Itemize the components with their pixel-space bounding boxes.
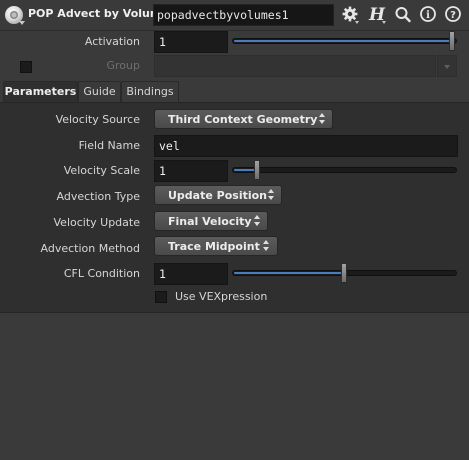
velocity-scale-slider-fill bbox=[234, 169, 255, 171]
velocity-scale-slider-handle[interactable] bbox=[254, 160, 260, 180]
velocity-update-label: Velocity Update bbox=[53, 216, 141, 229]
velocity-update-menu[interactable]: Final Velocity bbox=[154, 211, 268, 231]
info-icon[interactable]: i bbox=[419, 5, 437, 25]
group-enable-checkbox[interactable] bbox=[20, 61, 32, 73]
velocity-scale-label: Velocity Scale bbox=[63, 164, 140, 177]
menu-arrows-icon bbox=[268, 189, 275, 201]
group-label: Group bbox=[106, 59, 141, 72]
tab-bindings[interactable]: Bindings bbox=[121, 81, 179, 102]
chevron-down-icon bbox=[444, 65, 450, 69]
cfl-condition-slider-fill bbox=[234, 272, 342, 274]
parameter-editor-header: POP Advect by Volumes popadvectbyvolumes… bbox=[0, 0, 469, 31]
cfl-condition-slider-handle[interactable] bbox=[341, 263, 347, 283]
svg-text:i: i bbox=[426, 10, 430, 21]
use-vexpression-checkbox[interactable] bbox=[155, 291, 167, 303]
houdini-help-h-icon[interactable]: H bbox=[367, 5, 389, 25]
menu-arrows-icon bbox=[319, 113, 326, 125]
velocity-scale-slider-track[interactable] bbox=[232, 167, 457, 173]
advection-method-menu[interactable]: Trace Midpoint bbox=[154, 236, 278, 256]
advection-type-value: Update Position bbox=[168, 189, 268, 202]
tab-bar: Parameters Guide Bindings bbox=[0, 81, 469, 102]
group-menu-button bbox=[437, 55, 457, 77]
menu-arrows-icon bbox=[263, 240, 270, 252]
tab-guide[interactable]: Guide bbox=[78, 81, 121, 102]
velocity-source-label: Velocity Source bbox=[55, 113, 140, 126]
group-field bbox=[154, 55, 436, 77]
svg-text:?: ? bbox=[450, 10, 456, 21]
menu-arrows-icon bbox=[254, 215, 261, 227]
panel-divider bbox=[0, 312, 469, 313]
activation-slider-handle[interactable] bbox=[449, 31, 455, 51]
node-name-field[interactable]: popadvectbyvolumes1 bbox=[153, 4, 334, 26]
parameters-panel bbox=[0, 102, 469, 313]
advection-type-menu[interactable]: Update Position bbox=[154, 185, 282, 205]
use-vexpression-label: Use VEXpression bbox=[175, 290, 268, 303]
velocity-scale-field[interactable]: 1 bbox=[154, 160, 228, 182]
gear-icon[interactable] bbox=[341, 5, 361, 25]
velocity-source-value: Third Context Geometry bbox=[168, 113, 318, 126]
cfl-condition-label: CFL Condition bbox=[63, 267, 140, 280]
help-icon[interactable]: ? bbox=[444, 5, 462, 25]
field-name-label: Field Name bbox=[78, 139, 140, 152]
cfl-condition-field[interactable]: 1 bbox=[154, 263, 228, 285]
activation-field[interactable]: 1 bbox=[154, 31, 228, 53]
advection-method-label: Advection Method bbox=[40, 242, 140, 255]
activation-slider-fill bbox=[234, 40, 450, 42]
chevron-down-icon[interactable] bbox=[19, 21, 25, 25]
velocity-update-value: Final Velocity bbox=[168, 215, 252, 228]
field-name-input[interactable]: vel bbox=[154, 135, 458, 157]
velocity-source-menu[interactable]: Third Context Geometry bbox=[154, 109, 333, 129]
tab-parameters[interactable]: Parameters bbox=[3, 81, 78, 102]
activation-label: Activation bbox=[84, 35, 140, 48]
advection-type-label: Advection Type bbox=[56, 190, 140, 203]
search-icon[interactable] bbox=[394, 5, 412, 25]
activation-slider-track[interactable] bbox=[232, 38, 457, 44]
advection-method-value: Trace Midpoint bbox=[168, 240, 260, 253]
